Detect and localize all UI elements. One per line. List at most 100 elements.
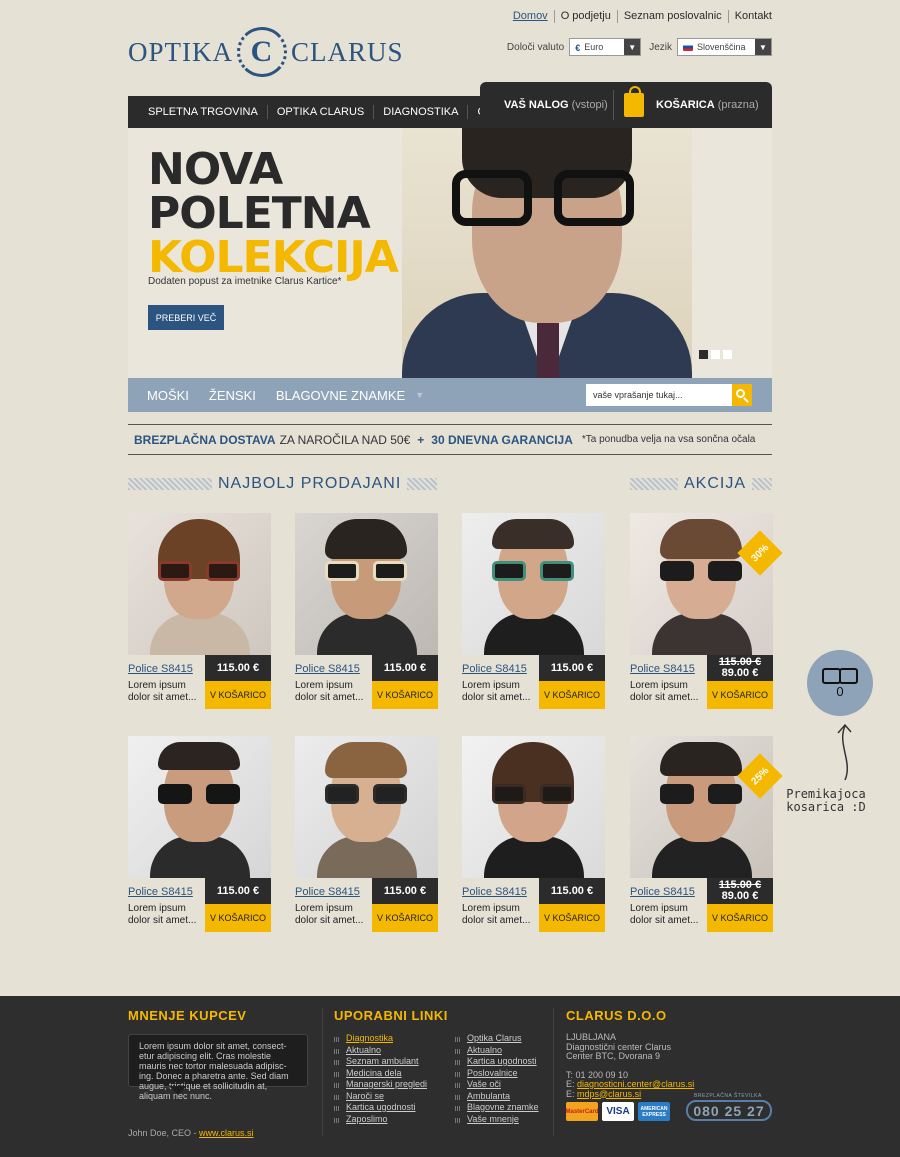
free-phone-label: BREZPLAČNA ŠTEVILKA (692, 1093, 764, 1099)
product-name[interactable]: Police S8415 (462, 886, 527, 898)
product-name[interactable]: Police S8415 (630, 886, 695, 898)
nav-item-diagnostics[interactable]: DIAGNOSTIKA (373, 105, 467, 119)
currency-select[interactable]: € Euro ▼ (569, 38, 642, 56)
add-to-cart-button[interactable]: V KOŠARICO (707, 904, 773, 932)
product-price: 115.00 € (383, 661, 427, 674)
toplink-about[interactable]: O podjetju (553, 10, 617, 23)
language-select[interactable]: Slovenščina ▼ (677, 38, 772, 56)
sunglasses-icon (660, 784, 742, 804)
product-card: Police S8415 115.00 € 89.00 € Lorem ipsu… (630, 513, 783, 709)
top-links: Domov O podjetju Seznam poslovalnic Kont… (507, 10, 772, 23)
product-card: Police S8415 115.00 € Lorem ipsum dolor … (295, 736, 438, 932)
cart-link[interactable]: KOŠARICA (prazna) (656, 99, 759, 111)
add-to-cart-button[interactable]: V KOŠARICO (539, 681, 605, 709)
footer-link[interactable]: Naroči se (334, 1091, 427, 1103)
company-address: LJUBLJANA Diagnostični center Clarus Cen… (566, 1032, 694, 1099)
promo-free-shipping: BREZPLAČNA DOSTAVA (134, 432, 276, 447)
footer-link[interactable]: Blagovne znamke (455, 1102, 539, 1114)
category-brands[interactable]: BLAGOVNE ZNAMKE (276, 388, 405, 403)
toplink-stores[interactable]: Seznam poslovalnic (616, 10, 728, 23)
promo-threshold: ZA NAROČILA NAD 50€ (279, 432, 411, 447)
nav-item-optika[interactable]: OPTIKA CLARUS (266, 105, 373, 119)
quote-author-name: John Doe, CEO - (128, 1128, 200, 1138)
slider-dot[interactable] (711, 350, 720, 359)
product-name[interactable]: Police S8415 (128, 663, 193, 675)
product-image[interactable] (630, 736, 773, 878)
promo-warranty: 30 DNEVNA GARANCIJA (431, 432, 573, 447)
footer-link[interactable]: Poslovalnice (455, 1068, 539, 1080)
category-men[interactable]: MOŠKI (147, 388, 189, 403)
search-input[interactable]: vaše vprašanje tukaj... (586, 390, 732, 400)
hero-line-3: KOLEKCIJA (148, 232, 399, 283)
footer-link[interactable]: Managerski pregledi (334, 1079, 427, 1091)
category-women[interactable]: ŽENSKI (209, 388, 256, 403)
account-sub: (vstopi) (571, 99, 608, 111)
section-bestsellers-title: NAJBOLJ PRODAJANI (218, 475, 402, 492)
product-name[interactable]: Police S8415 (630, 663, 695, 675)
add-to-cart-button[interactable]: V KOŠARICO (539, 904, 605, 932)
add-to-cart-button[interactable]: V KOŠARICO (205, 904, 271, 932)
footer-link[interactable]: Kartica ugodnosti (455, 1056, 539, 1068)
chevron-down-icon: ▼ (624, 39, 641, 55)
free-phone-number[interactable]: 080 25 27 (686, 1100, 772, 1121)
footer-link[interactable]: Vaše oči (455, 1079, 539, 1091)
quote-author-link[interactable]: www.clarus.si (199, 1128, 254, 1138)
product-image[interactable] (295, 736, 438, 878)
footer-link[interactable]: Kartica ugodnosti (334, 1102, 427, 1114)
add-to-cart-button[interactable]: V KOŠARICO (372, 904, 438, 932)
floating-cart-count: 0 (836, 683, 844, 699)
product-description: Lorem ipsum dolor sit amet... (128, 680, 197, 703)
account-link[interactable]: VAŠ NALOG (vstopi) (480, 90, 614, 120)
footer-link[interactable]: Optika Clarus (455, 1033, 539, 1045)
product-name[interactable]: Police S8415 (295, 886, 360, 898)
product-description: Lorem ipsum dolor sit amet... (462, 680, 531, 703)
toplink-contact[interactable]: Kontakt (727, 10, 772, 23)
add-to-cart-button[interactable]: V KOŠARICO (205, 681, 271, 709)
add-to-cart-button[interactable]: V KOŠARICO (707, 681, 773, 709)
footer-link[interactable]: Vaše mnenje (455, 1114, 539, 1126)
toplink-home[interactable]: Domov (507, 10, 554, 23)
product-image[interactable] (128, 736, 271, 878)
slider-dot[interactable] (723, 350, 732, 359)
euro-icon: € (575, 43, 581, 53)
footer-link[interactable]: Aktualno (334, 1045, 427, 1057)
product-image[interactable] (295, 513, 438, 655)
logo-crest-icon: C (237, 27, 287, 77)
chevron-down-icon: ▼ (755, 39, 771, 55)
footer-link[interactable]: Zaposlimo (334, 1114, 427, 1126)
product-image[interactable] (462, 736, 605, 878)
product-price: 115.00 € (550, 884, 594, 897)
footer-link[interactable]: Ambulanta (455, 1091, 539, 1103)
product-image[interactable] (462, 513, 605, 655)
footer-link[interactable]: Medicina dela (334, 1068, 427, 1080)
product-description: Lorem ipsum dolor sit amet... (630, 903, 699, 926)
section-sale-title: AKCIJA (684, 475, 747, 492)
footer-link[interactable]: Seznam ambulant (334, 1056, 427, 1068)
quote-author: John Doe, CEO - www.clarus.si (128, 1128, 254, 1138)
floating-cart[interactable]: 0 (807, 650, 873, 716)
company-email-1[interactable]: diagnosticni.center@clarus.si (577, 1079, 694, 1089)
footer-link[interactable]: Diagnostika (334, 1033, 427, 1045)
logo[interactable]: OPTIKA C CLARUS (128, 27, 404, 77)
product-image[interactable] (630, 513, 773, 655)
add-to-cart-button[interactable]: V KOŠARICO (372, 681, 438, 709)
product-price-box: 115.00 € (205, 878, 271, 904)
hero-banner: NOVA POLETNA KOLEKCIJA Dodaten popust za… (128, 128, 772, 378)
product-name[interactable]: Police S8415 (128, 886, 193, 898)
search-button[interactable] (732, 384, 752, 406)
footer-link[interactable]: Aktualno (455, 1045, 539, 1057)
product-image[interactable] (128, 513, 271, 655)
slider-dot[interactable] (699, 350, 708, 359)
read-more-button[interactable]: PREBERI VEČ (148, 305, 224, 330)
product-card: Police S8415 115.00 € Lorem ipsum dolor … (462, 513, 605, 709)
chevron-down-icon[interactable]: ▼ (415, 390, 424, 400)
product-name[interactable]: Police S8415 (462, 663, 527, 675)
account-cart-box: VAŠ NALOG (vstopi) KOŠARICA (prazna) (480, 82, 772, 128)
product-name[interactable]: Police S8415 (295, 663, 360, 675)
customer-quote: Lorem ipsum dolor sit amet, consect-etur… (128, 1034, 308, 1101)
company-email-2[interactable]: mdps@clarus.si (577, 1089, 641, 1099)
product-price: 115.00 € (383, 884, 427, 897)
company-line-2: Center BTC, Dvorana 9 (566, 1051, 661, 1061)
nav-item-shop[interactable]: SPLETNA TRGOVINA (128, 105, 267, 119)
product-price: 115.00 € (216, 884, 260, 897)
